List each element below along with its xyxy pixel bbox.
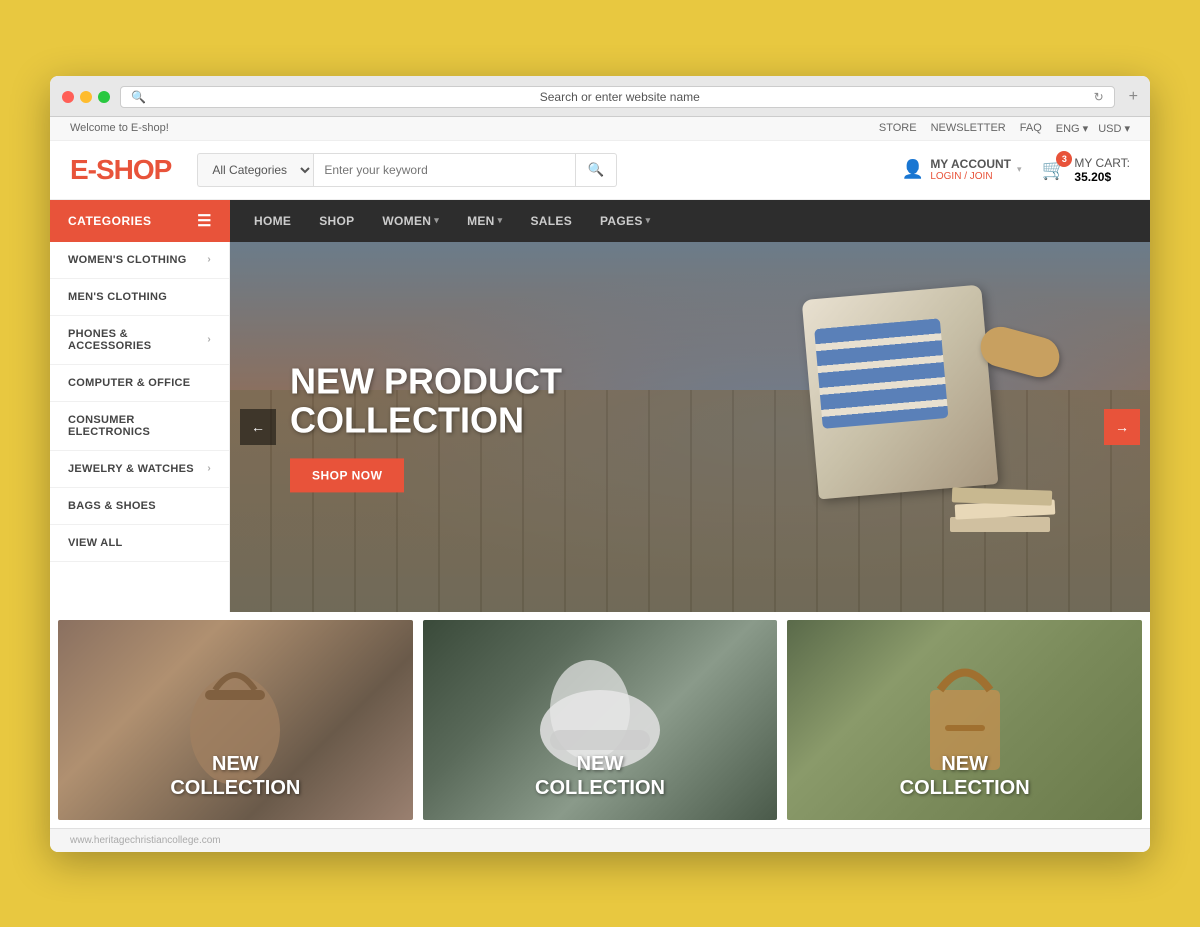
hero-background: NEW PRODUCT COLLECTION SHOP NOW ← →: [230, 242, 1150, 612]
nav-item-pages[interactable]: PAGES ▾: [586, 200, 664, 242]
cart-label: MY CART:: [1074, 156, 1130, 170]
search-area: All Categories 🔍: [197, 153, 617, 187]
footer-bar: www.heritagechristiancollege.com: [50, 828, 1150, 852]
navbar: CATEGORIES ☰ HOME SHOP WOMEN ▾ MEN ▾ SAL…: [50, 200, 1150, 242]
lang-currency: ENG ▾ USD ▾: [1056, 122, 1130, 135]
women-caret: ▾: [434, 215, 439, 226]
nav-item-shop[interactable]: SHOP: [305, 200, 368, 242]
header-right: 👤 MY ACCOUNT LOGIN / JOIN ▾ 🛒 3 MY CART:…: [902, 156, 1130, 184]
promo-title-2: NEW COLLECTION: [423, 752, 778, 800]
promo-overlay-2: NEW COLLECTION: [423, 752, 778, 800]
currency-selector[interactable]: USD ▾: [1098, 122, 1130, 135]
nav-item-men[interactable]: MEN ▾: [453, 200, 516, 242]
top-bar: Welcome to E-shop! STORE NEWSLETTER FAQ …: [50, 117, 1150, 141]
book3: [952, 487, 1052, 505]
categories-label: CATEGORIES: [68, 214, 151, 228]
hero-slider: NEW PRODUCT COLLECTION SHOP NOW ← →: [230, 242, 1150, 612]
hero-title: NEW PRODUCT COLLECTION: [290, 361, 562, 440]
categories-button[interactable]: CATEGORIES ☰: [50, 200, 230, 242]
hero-next-button[interactable]: →: [1104, 409, 1140, 445]
account-section[interactable]: 👤 MY ACCOUNT LOGIN / JOIN ▾: [902, 157, 1022, 182]
sidebar-item-mens-clothing[interactable]: MEN'S CLOTHING: [50, 279, 229, 316]
search-button[interactable]: 🔍: [576, 153, 618, 187]
footer-url: www.heritagechristiancollege.com: [70, 835, 221, 846]
sunglasses-decoration: [976, 322, 1064, 381]
cart-total: 35.20$: [1074, 170, 1130, 184]
address-bar[interactable]: 🔍 Search or enter website name ↻: [120, 86, 1115, 108]
promo-card-3[interactable]: NEW COLLECTION: [787, 620, 1142, 820]
account-label: MY ACCOUNT: [930, 157, 1011, 171]
hero-overlay: NEW PRODUCT COLLECTION SHOP NOW: [290, 361, 562, 492]
promo-title-3: NEW COLLECTION: [787, 752, 1142, 800]
sidebar-item-computer[interactable]: COMPUTER & OFFICE: [50, 365, 229, 402]
account-icon: 👤: [902, 159, 924, 180]
close-button[interactable]: [62, 91, 74, 103]
nav-item-women[interactable]: WOMEN ▾: [368, 200, 453, 242]
nav-item-sales[interactable]: SALES: [516, 200, 586, 242]
browser-window: 🔍 Search or enter website name ↻ + Welco…: [50, 76, 1150, 852]
main-content: WOMEN'S CLOTHING › MEN'S CLOTHING PHONES…: [50, 242, 1150, 612]
header: E-SHOP All Categories 🔍 👤 MY ACCOUNT LOG…: [50, 141, 1150, 200]
add-tab-button[interactable]: +: [1129, 88, 1138, 106]
sidebar-item-jewelry[interactable]: JEWELRY & WATCHES ›: [50, 451, 229, 488]
books-decoration: [950, 452, 1070, 532]
promo-overlay-1: NEW COLLECTION: [58, 752, 413, 800]
newsletter-link[interactable]: NEWSLETTER: [931, 122, 1006, 134]
nav-links: HOME SHOP WOMEN ▾ MEN ▾ SALES PAGES ▾: [230, 200, 674, 242]
hamburger-icon: ☰: [197, 211, 212, 231]
login-join-link[interactable]: LOGIN / JOIN: [930, 171, 1011, 182]
chevron-right-icon-2: ›: [207, 334, 211, 345]
shop-now-button[interactable]: SHOP NOW: [290, 458, 404, 492]
promo-card-1[interactable]: NEW COLLECTION: [58, 620, 413, 820]
pages-caret: ▾: [646, 215, 651, 226]
language-selector[interactable]: ENG ▾: [1056, 122, 1088, 135]
logo-accent: E-: [70, 154, 96, 185]
sidebar-item-womens-clothing[interactable]: WOMEN'S CLOTHING ›: [50, 242, 229, 279]
promo-card-2[interactable]: NEW COLLECTION: [423, 620, 778, 820]
men-caret: ▾: [498, 215, 503, 226]
account-dropdown-icon: ▾: [1017, 164, 1022, 175]
reload-icon: ↻: [1094, 90, 1104, 104]
cart-icon-wrap: 🛒 3: [1042, 157, 1067, 182]
nav-item-home[interactable]: HOME: [240, 200, 305, 242]
promo-title-1: NEW COLLECTION: [58, 752, 413, 800]
traffic-lights: [62, 91, 110, 103]
sidebar-item-electronics[interactable]: CONSUMER ELECTRONICS: [50, 402, 229, 451]
sidebar: WOMEN'S CLOTHING › MEN'S CLOTHING PHONES…: [50, 242, 230, 612]
cart-badge: 3: [1056, 151, 1072, 167]
category-select[interactable]: All Categories: [197, 153, 313, 187]
minimize-button[interactable]: [80, 91, 92, 103]
hero-decoration: [790, 272, 1070, 572]
logo[interactable]: E-SHOP: [70, 154, 171, 186]
faq-link[interactable]: FAQ: [1020, 122, 1042, 134]
chevron-right-icon: ›: [207, 254, 211, 265]
hero-prev-button[interactable]: ←: [240, 409, 276, 445]
logo-text: SHOP: [96, 154, 171, 185]
promo-overlay-3: NEW COLLECTION: [787, 752, 1142, 800]
chevron-right-icon-3: ›: [207, 463, 211, 474]
maximize-button[interactable]: [98, 91, 110, 103]
search-icon: 🔍: [131, 90, 146, 104]
search-input[interactable]: [313, 153, 575, 187]
store-link[interactable]: STORE: [879, 122, 917, 134]
top-bar-links: STORE NEWSLETTER FAQ ENG ▾ USD ▾: [879, 122, 1130, 135]
sidebar-item-view-all[interactable]: VIEW ALL: [50, 525, 229, 562]
sidebar-item-phones[interactable]: PHONES & ACCESSORIES ›: [50, 316, 229, 365]
welcome-text: Welcome to E-shop!: [70, 122, 169, 134]
sidebar-item-bags[interactable]: BAGS & SHOES: [50, 488, 229, 525]
promo-section: NEW COLLECTION NEW COLLECTION: [50, 612, 1150, 828]
cart-section[interactable]: 🛒 3 MY CART: 35.20$: [1042, 156, 1130, 184]
address-text: Search or enter website name: [152, 90, 1088, 104]
browser-chrome: 🔍 Search or enter website name ↻ +: [50, 76, 1150, 117]
bag-stripe: [814, 318, 948, 429]
